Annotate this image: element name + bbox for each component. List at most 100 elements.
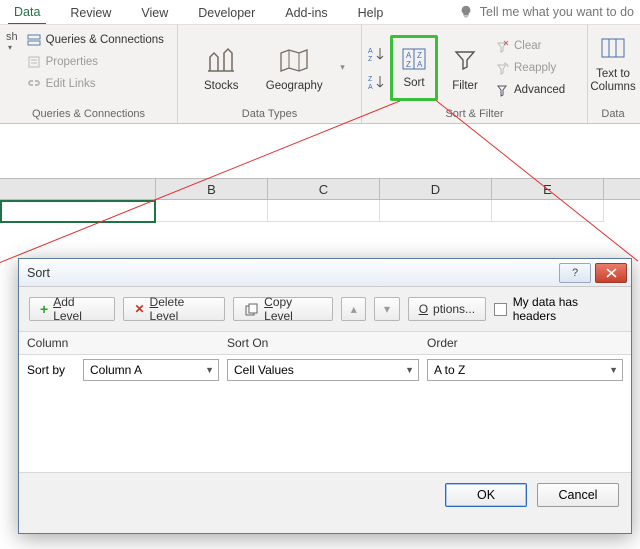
chevron-down-icon: ▼ xyxy=(205,365,214,375)
advanced-icon xyxy=(494,82,510,98)
svg-text:Z: Z xyxy=(368,76,373,83)
tab-review[interactable]: Review xyxy=(64,2,117,24)
column-headers: B C D E xyxy=(0,178,640,200)
chevron-down-icon: ▼ xyxy=(609,365,618,375)
delete-level-button[interactable]: ✕Delete Level xyxy=(123,297,224,321)
col-header-b[interactable]: B xyxy=(156,179,268,199)
geography-button[interactable]: Geography xyxy=(257,34,331,102)
ribbon: sh ▾ Queries & Connections Properties Ed… xyxy=(0,24,640,124)
filter-button[interactable]: Filter xyxy=(444,37,486,99)
dialog-titlebar[interactable]: Sort ? xyxy=(19,259,631,287)
close-icon xyxy=(606,268,617,278)
sort-grid-body: Sort by Column A ▼ Cell Values▼ A to Z ▼ xyxy=(19,355,631,473)
copy-icon xyxy=(244,301,259,317)
tab-data[interactable]: Data xyxy=(8,1,46,25)
sort-grid-header: Column Sort On Order xyxy=(19,331,631,355)
col-header-c[interactable]: C xyxy=(268,179,380,199)
text-to-columns-icon xyxy=(597,32,629,64)
sort-button[interactable]: AZZA Sort xyxy=(394,39,434,97)
group-label-qc: Queries & Connections xyxy=(6,106,171,123)
sort-label: Sort xyxy=(403,77,424,89)
move-down-button[interactable]: ▾ xyxy=(374,297,399,321)
refresh-all-button[interactable]: sh ▾ xyxy=(6,31,18,52)
advanced-label: Advanced xyxy=(514,84,565,96)
reapply-button[interactable]: Reapply xyxy=(492,57,567,79)
data-types-expand-icon[interactable]: ▾ xyxy=(337,62,348,73)
hdr-order: Order xyxy=(419,332,631,354)
ribbon-tabs: Data Review View Developer Add-ins Help … xyxy=(0,0,640,24)
sort-on-select[interactable]: Cell Values▼ xyxy=(227,359,419,381)
chevron-down-icon: ▼ xyxy=(405,365,414,375)
sort-asc-icon[interactable]: AZ xyxy=(368,46,384,62)
advanced-button[interactable]: Advanced xyxy=(492,79,567,101)
links-icon xyxy=(26,76,42,92)
group-label-sf: Sort & Filter xyxy=(368,106,581,123)
hdr-column: Column xyxy=(19,332,219,354)
options-button[interactable]: Options... xyxy=(408,297,486,321)
sort-desc-icon[interactable]: ZA xyxy=(368,74,384,90)
svg-text:Z: Z xyxy=(417,51,422,60)
headers-checkbox[interactable] xyxy=(494,303,507,316)
sort-by-label: Sort by xyxy=(27,359,79,381)
reapply-icon xyxy=(494,60,510,76)
svg-text:A: A xyxy=(417,60,423,69)
geography-icon xyxy=(278,44,310,76)
queries-icon xyxy=(26,32,42,48)
headers-checkbox-row[interactable]: My data has headers xyxy=(494,295,621,323)
tab-view[interactable]: View xyxy=(135,2,174,24)
copy-level-button[interactable]: Copy Level xyxy=(233,297,334,321)
tab-developer[interactable]: Developer xyxy=(192,2,261,24)
lightbulb-icon xyxy=(458,4,474,20)
svg-text:A: A xyxy=(368,48,373,55)
order-value: A to Z xyxy=(434,363,465,377)
clear-label: Clear xyxy=(514,40,541,52)
text-to-columns-label: Text to Columns xyxy=(590,68,635,93)
close-button[interactable] xyxy=(595,263,627,283)
move-up-button[interactable]: ▴ xyxy=(341,297,366,321)
sort-by-value: Column A xyxy=(90,363,142,377)
tab-addins[interactable]: Add-ins xyxy=(279,2,333,24)
queries-connections-button[interactable]: Queries & Connections xyxy=(24,29,166,51)
chevron-up-icon: ▴ xyxy=(351,302,357,316)
group-label-tools: Data xyxy=(594,106,632,123)
properties-label: Properties xyxy=(46,56,98,68)
cancel-button[interactable]: Cancel xyxy=(537,483,619,507)
group-data-types: Stocks Geography ▾ Data Types xyxy=(178,25,362,123)
stocks-label: Stocks xyxy=(204,80,239,92)
svg-text:A: A xyxy=(406,51,412,60)
col-header-a[interactable] xyxy=(0,179,156,199)
svg-text:A: A xyxy=(368,84,373,90)
ok-button[interactable]: OK xyxy=(445,483,527,507)
geography-label: Geography xyxy=(266,80,323,92)
group-data-tools: Text to Columns Data xyxy=(588,25,638,123)
reapply-label: Reapply xyxy=(514,62,556,74)
tell-me[interactable]: Tell me what you want to do xyxy=(452,0,640,24)
dialog-title: Sort xyxy=(27,266,50,280)
clear-button[interactable]: Clear xyxy=(492,35,567,57)
properties-button[interactable]: Properties xyxy=(24,51,166,73)
active-cell[interactable] xyxy=(0,200,156,223)
tell-me-label: Tell me what you want to do xyxy=(480,5,634,19)
text-to-columns-button[interactable]: Text to Columns xyxy=(590,29,635,97)
add-level-button[interactable]: +Add Level xyxy=(29,297,115,321)
hdr-sort-on: Sort On xyxy=(219,332,419,354)
sort-dialog: Sort ? +Add Level ✕Delete Level Copy Lev… xyxy=(18,258,632,534)
tab-help[interactable]: Help xyxy=(352,2,390,24)
stocks-button[interactable]: Stocks xyxy=(191,34,251,102)
sort-button-highlight: AZZA Sort xyxy=(390,35,438,101)
svg-text:Z: Z xyxy=(368,56,373,62)
col-header-d[interactable]: D xyxy=(380,179,492,199)
dialog-footer: OK Cancel xyxy=(19,473,631,517)
sort-by-select[interactable]: Column A ▼ xyxy=(83,359,219,381)
stocks-icon xyxy=(205,44,237,76)
clear-icon xyxy=(494,38,510,54)
edit-links-button[interactable]: Edit Links xyxy=(24,73,166,95)
queries-connections-label: Queries & Connections xyxy=(46,34,164,46)
help-button[interactable]: ? xyxy=(559,263,591,283)
group-label-dt: Data Types xyxy=(184,106,355,123)
plus-icon: + xyxy=(40,301,48,317)
dialog-toolbar: +Add Level ✕Delete Level Copy Level ▴ ▾ … xyxy=(19,287,631,331)
order-select[interactable]: A to Z ▼ xyxy=(427,359,623,381)
x-icon: ✕ xyxy=(134,302,144,316)
filter-label: Filter xyxy=(452,80,478,92)
